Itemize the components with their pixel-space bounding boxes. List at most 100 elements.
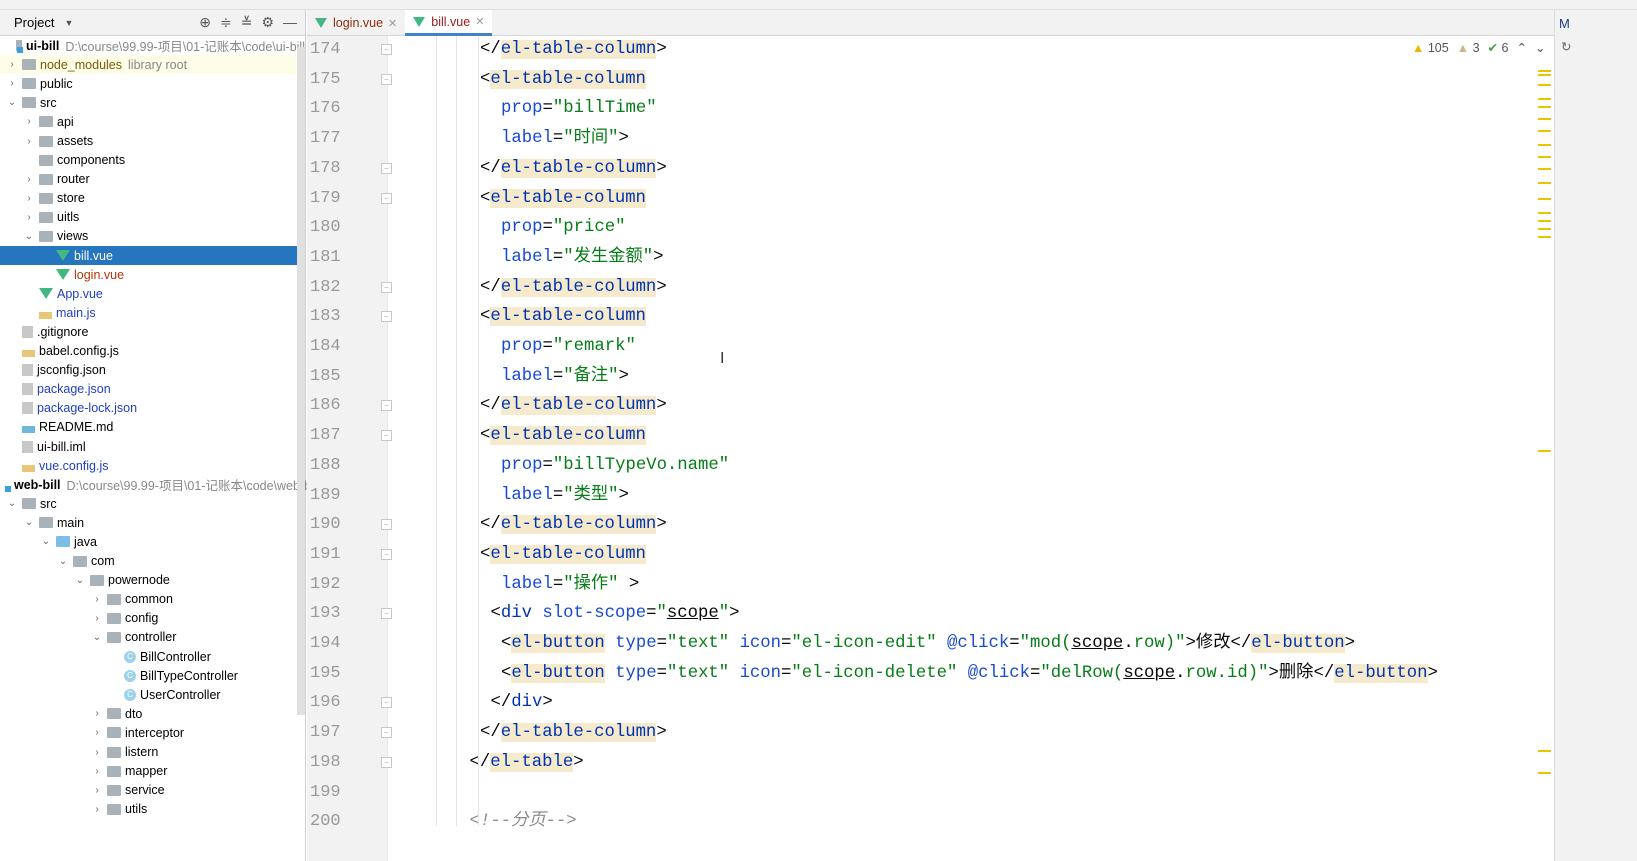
tree-item[interactable]: › uitls xyxy=(0,208,305,227)
warning-stripe-mark[interactable] xyxy=(1538,236,1551,238)
warning-stripe-mark[interactable] xyxy=(1538,772,1551,774)
warning-stripe-mark[interactable] xyxy=(1538,156,1551,158)
chevron-right-icon[interactable]: › xyxy=(23,193,35,204)
project-view-selector[interactable]: Project xyxy=(14,15,54,30)
tree-item[interactable]: main.js xyxy=(0,303,305,322)
warning-stripe-mark[interactable] xyxy=(1538,182,1551,184)
fold-marker-icon[interactable]: − xyxy=(381,73,392,85)
tree-item[interactable]: ⌄ java xyxy=(0,532,305,551)
chevron-down-icon[interactable]: ⌄ xyxy=(57,556,69,567)
tree-item[interactable]: › store xyxy=(0,189,305,208)
chevron-right-icon[interactable]: › xyxy=(91,708,103,719)
tree-item[interactable]: ⌄ controller xyxy=(0,628,305,647)
tree-item[interactable]: package-lock.json xyxy=(0,399,305,418)
warning-stripe-mark[interactable] xyxy=(1538,220,1551,222)
tree-item[interactable]: › config xyxy=(0,609,305,628)
tree-item[interactable]: ⌄ src xyxy=(0,494,305,513)
close-icon[interactable]: ✕ xyxy=(388,17,397,30)
chevron-down-icon[interactable]: ⌄ xyxy=(74,575,86,586)
tree-item[interactable]: .gitignore xyxy=(0,322,305,341)
fold-marker-icon[interactable]: − xyxy=(381,192,392,204)
fold-marker-icon[interactable]: − xyxy=(381,519,392,531)
fold-marker-icon[interactable]: − xyxy=(381,44,392,55)
tree-item[interactable]: ⌄ src xyxy=(0,93,305,112)
chevron-down-icon[interactable]: ⌄ xyxy=(6,498,18,509)
fold-marker-icon[interactable]: − xyxy=(381,430,392,442)
chevron-right-icon[interactable]: › xyxy=(23,212,35,223)
locate-icon[interactable]: ⊕ xyxy=(199,14,211,31)
tree-item[interactable]: login.vue xyxy=(0,265,305,284)
tree-item[interactable]: README.md xyxy=(0,418,305,437)
chevron-right-icon[interactable]: › xyxy=(91,766,103,777)
warning-stripe-mark[interactable] xyxy=(1538,84,1551,86)
tree-item[interactable]: ui-bill D:\course\99.99-项目\01-记账本\code\ui… xyxy=(0,36,305,55)
chevron-right-icon[interactable]: › xyxy=(91,727,103,738)
tree-item[interactable]: ⌄ views xyxy=(0,227,305,246)
collapse-all-icon[interactable]: ≚ xyxy=(241,14,253,31)
next-highlight-icon[interactable]: ⌄ xyxy=(1535,40,1545,55)
expand-all-icon[interactable]: ≑ xyxy=(220,14,232,31)
tree-item[interactable]: ⌄ powernode xyxy=(0,571,305,590)
warning-stripe-mark[interactable] xyxy=(1538,750,1551,752)
fold-marker-icon[interactable]: − xyxy=(381,756,392,768)
tree-item[interactable]: ui-bill.iml xyxy=(0,437,305,456)
fold-marker-icon[interactable]: − xyxy=(381,311,392,323)
tree-item[interactable]: bill.vue xyxy=(0,246,305,266)
tree-item[interactable]: › mapper xyxy=(0,762,305,781)
tree-item[interactable]: › service xyxy=(0,781,305,800)
project-scrollbar[interactable] xyxy=(297,47,305,715)
tree-item[interactable]: C BillController xyxy=(0,647,305,666)
tree-item[interactable]: babel.config.js xyxy=(0,342,305,361)
chevron-right-icon[interactable]: › xyxy=(23,136,35,147)
tree-item[interactable]: › listern xyxy=(0,742,305,761)
chevron-right-icon[interactable]: › xyxy=(91,747,103,758)
warning-stripe-mark[interactable] xyxy=(1538,198,1551,200)
warning-stripe-mark[interactable] xyxy=(1538,144,1551,146)
chevron-down-icon[interactable]: ⌄ xyxy=(23,231,35,242)
chevron-right-icon[interactable]: › xyxy=(23,116,35,127)
tree-item[interactable]: › assets xyxy=(0,131,305,150)
chevron-right-icon[interactable]: › xyxy=(91,804,103,815)
chevron-right-icon[interactable]: › xyxy=(23,174,35,185)
fold-marker-icon[interactable]: − xyxy=(381,608,392,620)
inspection-widget[interactable]: ▲ 105 ▲ 3 ✔ 6 ⌃ ⌄ xyxy=(1412,40,1545,56)
tree-item[interactable]: ⌄ main xyxy=(0,513,305,532)
warning-stripe-mark[interactable] xyxy=(1538,450,1551,452)
tree-item[interactable]: ⌄ com xyxy=(0,552,305,571)
tree-item[interactable]: › router xyxy=(0,170,305,189)
right-panel-tab[interactable]: M xyxy=(1555,10,1637,37)
warning-stripe-mark[interactable] xyxy=(1538,212,1551,214)
fold-marker-icon[interactable]: − xyxy=(381,727,392,739)
tree-item[interactable]: › api xyxy=(0,112,305,131)
warning-stripe-mark[interactable] xyxy=(1538,168,1551,170)
warning-stripe-mark[interactable] xyxy=(1538,74,1551,76)
tree-item[interactable]: jsconfig.json xyxy=(0,361,305,380)
chevron-down-icon[interactable]: ▼ xyxy=(64,18,73,28)
chevron-right-icon[interactable]: › xyxy=(6,59,18,70)
chevron-right-icon[interactable]: › xyxy=(91,785,103,796)
tree-item[interactable]: C UserController xyxy=(0,685,305,704)
tree-item[interactable]: web-bill D:\course\99.99-项目\01-记账本\code\w… xyxy=(0,475,319,494)
hide-icon[interactable]: — xyxy=(283,14,297,31)
tree-item[interactable]: App.vue xyxy=(0,284,305,303)
warning-stripe-mark[interactable] xyxy=(1538,118,1551,120)
chevron-down-icon[interactable]: ⌄ xyxy=(91,632,103,643)
tab-login-vue[interactable]: login.vue ✕ xyxy=(307,10,405,36)
warning-stripe-mark[interactable] xyxy=(1538,130,1551,132)
chevron-down-icon[interactable]: ⌄ xyxy=(6,97,18,108)
tree-item[interactable]: › dto xyxy=(0,704,305,723)
gear-icon[interactable]: ⚙ xyxy=(261,14,274,31)
warning-stripe-mark[interactable] xyxy=(1538,70,1551,72)
warning-stripe-mark[interactable] xyxy=(1538,98,1551,100)
chevron-down-icon[interactable]: ⌄ xyxy=(23,517,35,528)
tree-item[interactable]: › public xyxy=(0,74,305,93)
fold-marker-icon[interactable]: − xyxy=(381,697,392,709)
tree-item[interactable]: › interceptor xyxy=(0,723,305,742)
tree-item[interactable]: › utils xyxy=(0,800,305,819)
fold-marker-icon[interactable]: − xyxy=(381,548,392,560)
tree-item[interactable]: components xyxy=(0,151,305,170)
tree-item[interactable]: › common xyxy=(0,590,305,609)
tree-item[interactable]: package.json xyxy=(0,380,305,399)
tab-bill-vue[interactable]: bill.vue ✕ xyxy=(405,10,493,36)
fold-marker-icon[interactable]: − xyxy=(381,400,392,412)
